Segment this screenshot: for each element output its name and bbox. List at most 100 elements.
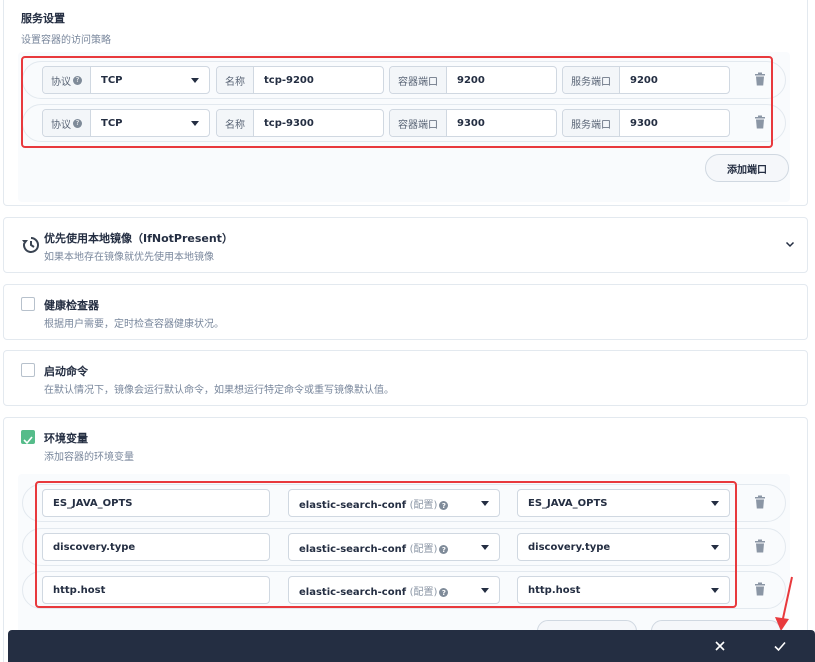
caret-down-icon — [711, 587, 719, 593]
port-name-value: tcp-9200 — [264, 74, 314, 86]
service-settings-header: 服务设置 设置容器的访问策略 — [21, 10, 111, 46]
config-suffix: (配置) — [409, 586, 438, 598]
service-port-value: 9200 — [630, 74, 658, 86]
env-row: discovery.type elastic-search-conf (配置)?… — [22, 528, 786, 566]
protocol-label-text: 协议 — [51, 119, 71, 131]
port-row: 协议? TCP 名称 tcp-9300 容器端口 9300 服务端口 9300 — [22, 104, 786, 142]
service-port-value: 9300 — [630, 117, 658, 129]
annotation-arrow-icon — [775, 576, 793, 631]
caret-down-icon — [191, 120, 199, 126]
port-name-field[interactable]: 名称 tcp-9300 — [216, 109, 384, 137]
caret-down-icon — [711, 500, 719, 506]
service-settings-desc: 设置容器的访问策略 — [21, 35, 111, 46]
env-title: 环境变量 — [44, 432, 88, 445]
env-name-value: ES_JAVA_OPTS — [53, 497, 133, 509]
container-port-field[interactable]: 容器端口 9300 — [389, 109, 557, 137]
start-command-title: 启动命令 — [44, 365, 88, 378]
caret-down-icon — [191, 77, 199, 83]
check-icon — [23, 436, 33, 445]
env-name-value: discovery.type — [53, 541, 136, 553]
env-source-select[interactable]: elastic-search-conf (配置)? — [288, 533, 500, 561]
port-name-field[interactable]: 名称 tcp-9200 — [216, 66, 384, 94]
help-icon: ? — [439, 501, 449, 510]
help-icon: ? — [73, 118, 82, 128]
protocol-value: TCP — [101, 117, 123, 129]
service-settings-title: 服务设置 — [21, 12, 65, 25]
bottom-action-bar — [8, 630, 815, 662]
container-port-value: 9300 — [457, 117, 485, 129]
trash-icon[interactable] — [754, 539, 766, 553]
container-port-value: 9200 — [457, 74, 485, 86]
trash-icon[interactable] — [754, 115, 766, 129]
env-name-input[interactable]: ES_JAVA_OPTS — [42, 489, 270, 517]
env-source-select[interactable]: elastic-search-conf (配置)? — [288, 489, 500, 517]
env-name-input[interactable]: http.host — [42, 576, 270, 604]
trash-icon[interactable] — [754, 582, 766, 596]
env-source-select[interactable]: elastic-search-conf (配置)? — [288, 576, 500, 604]
trash-icon[interactable] — [754, 495, 766, 509]
confirm-check-icon[interactable] — [773, 639, 787, 653]
name-label: 名称 — [217, 110, 254, 136]
caret-down-icon — [481, 587, 489, 593]
ports-list: 协议? TCP 名称 tcp-9200 容器端口 9200 服务端口 9200 … — [18, 52, 790, 202]
add-port-button[interactable]: 添加端口 — [705, 154, 789, 182]
env-source-name: elastic-search-conf — [299, 499, 407, 511]
start-command-desc: 在默认情况下，镜像会运行默认命令，如果想运行特定命令或重写镜像默认值。 — [44, 385, 394, 396]
health-check-checkbox[interactable] — [21, 297, 35, 311]
port-name-value: tcp-9300 — [264, 117, 314, 129]
service-port-label: 服务端口 — [563, 110, 620, 136]
image-pull-policy-card[interactable]: 优先使用本地镜像（IfNotPresent） 如果本地存在镜像就优先使用本地镜像 — [3, 217, 808, 273]
protocol-value: TCP — [101, 74, 123, 86]
container-port-field[interactable]: 容器端口 9200 — [389, 66, 557, 94]
env-name-value: http.host — [53, 584, 106, 596]
port-row: 协议? TCP 名称 tcp-9200 容器端口 9200 服务端口 9200 — [22, 61, 786, 99]
env-key-value: discovery.type — [528, 541, 611, 553]
start-command-checkbox[interactable] — [21, 363, 35, 377]
caret-down-icon — [481, 544, 489, 550]
history-clock-icon — [22, 237, 39, 253]
config-suffix: (配置) — [409, 499, 438, 511]
name-label: 名称 — [217, 67, 254, 93]
trash-icon[interactable] — [754, 72, 766, 86]
env-key-select[interactable]: http.host — [517, 576, 730, 604]
protocol-label: 协议? — [43, 110, 91, 136]
env-desc: 添加容器的环境变量 — [44, 452, 134, 463]
health-check-title: 健康检查器 — [44, 299, 99, 312]
protocol-label-text: 协议 — [51, 76, 71, 88]
env-row: http.host elastic-search-conf (配置)? http… — [22, 571, 786, 609]
env-key-value: ES_JAVA_OPTS — [528, 497, 608, 509]
env-source-value: elastic-search-conf (配置)? — [289, 540, 481, 555]
container-port-label: 容器端口 — [390, 110, 447, 136]
caret-down-icon — [481, 500, 489, 506]
config-suffix: (配置) — [409, 543, 438, 555]
service-settings-card: 服务设置 设置容器的访问策略 协议? TCP 名称 tcp-9200 容器端口 … — [3, 0, 808, 206]
env-checkbox[interactable] — [21, 430, 35, 445]
env-row: ES_JAVA_OPTS elastic-search-conf (配置)? E… — [22, 484, 786, 522]
env-source-name: elastic-search-conf — [299, 543, 407, 555]
image-pull-title: 优先使用本地镜像（IfNotPresent） — [44, 232, 233, 245]
service-port-label: 服务端口 — [563, 67, 620, 93]
start-command-card: 启动命令 在默认情况下，镜像会运行默认命令，如果想运行特定命令或重写镜像默认值。 — [3, 350, 808, 406]
protocol-select[interactable]: 协议? TCP — [42, 109, 210, 137]
protocol-select[interactable]: 协议? TCP — [42, 66, 210, 94]
health-check-desc: 根据用户需要，定时检查容器健康状况。 — [44, 319, 224, 330]
env-key-value: http.host — [528, 584, 581, 596]
env-source-value: elastic-search-conf (配置)? — [289, 583, 481, 598]
container-port-label: 容器端口 — [390, 67, 447, 93]
help-icon: ? — [439, 588, 449, 597]
help-icon: ? — [73, 75, 82, 85]
service-port-field[interactable]: 服务端口 9200 — [562, 66, 730, 94]
health-check-card: 健康检查器 根据用户需要，定时检查容器健康状况。 — [3, 284, 808, 340]
env-key-select[interactable]: ES_JAVA_OPTS — [517, 489, 730, 517]
chevron-down-icon[interactable] — [785, 239, 795, 249]
help-icon: ? — [439, 545, 449, 554]
env-name-input[interactable]: discovery.type — [42, 533, 270, 561]
image-pull-desc: 如果本地存在镜像就优先使用本地镜像 — [44, 252, 214, 263]
close-icon[interactable] — [713, 639, 727, 653]
service-port-field[interactable]: 服务端口 9300 — [562, 109, 730, 137]
env-source-value: elastic-search-conf (配置)? — [289, 496, 481, 511]
env-source-name: elastic-search-conf — [299, 586, 407, 598]
caret-down-icon — [711, 544, 719, 550]
env-key-select[interactable]: discovery.type — [517, 533, 730, 561]
protocol-label: 协议? — [43, 67, 91, 93]
